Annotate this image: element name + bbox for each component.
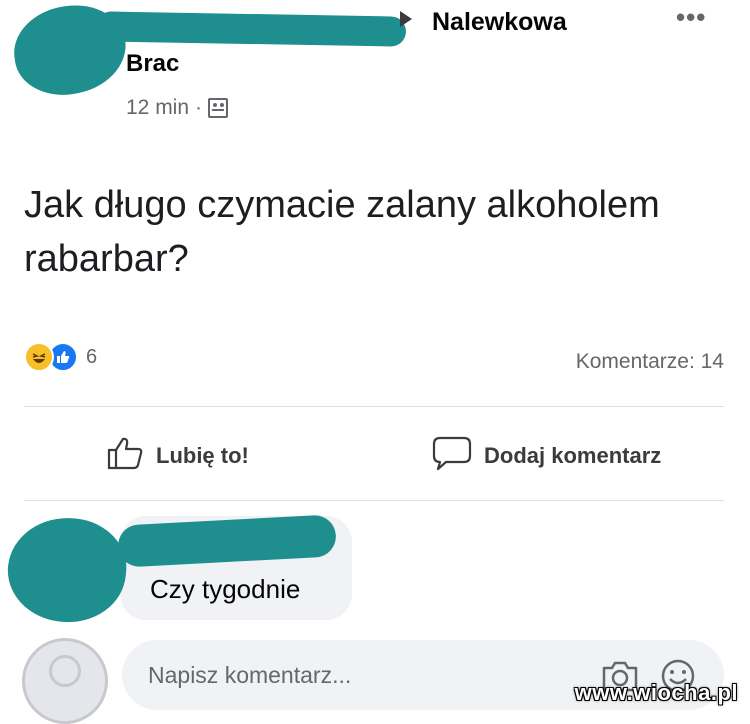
meta-separator: · [195,96,203,119]
post-meta: 12 min · [126,96,229,120]
author-name-redacted [95,11,407,47]
like-button[interactable]: Lubię to! [106,435,249,477]
comment-button-label: Dodaj komentarz [484,443,662,468]
thumbs-up-icon [106,435,144,477]
haha-icon [24,342,54,372]
reactions-summary[interactable]: 6 [24,342,97,372]
author-name[interactable]: Brac [126,50,179,78]
group-privacy-icon [208,98,229,118]
comment-bubble-icon [432,435,472,477]
commenter-avatar-redacted[interactable] [2,512,132,628]
avatar-placeholder-icon [49,655,81,687]
like-button-label: Lubię to! [156,443,249,468]
divider [24,500,724,501]
arrow-right-icon [400,11,412,27]
comments-count-link[interactable]: Komentarze: 14 [576,350,724,374]
post-text: Jak długo czymacie zalany alkoholem raba… [24,184,660,280]
more-options-button[interactable]: ••• [676,2,706,33]
reaction-count: 6 [86,345,98,368]
user-avatar[interactable] [22,638,108,724]
comment-text: Czy tygodnie [150,574,301,604]
watermark: www.wiocha.pl [574,680,738,705]
post-timestamp[interactable]: 12 min [126,96,189,120]
divider [24,406,724,407]
group-name-link[interactable]: Nalewkowa [432,8,567,37]
comment-button[interactable]: Dodaj komentarz [432,435,661,477]
